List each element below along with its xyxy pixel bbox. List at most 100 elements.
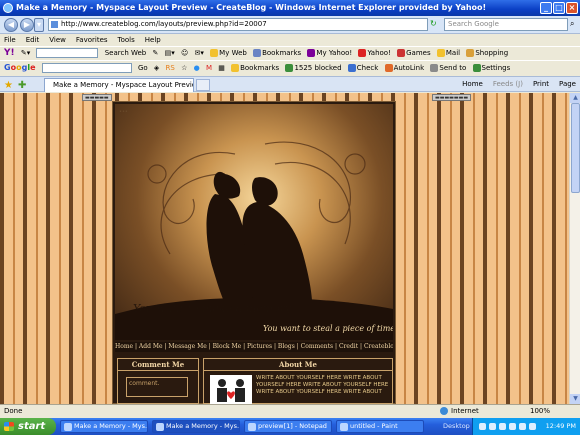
minimize-button[interactable]: _: [540, 2, 552, 14]
google-logo[interactable]: Google: [4, 61, 36, 74]
notepad-icon: [248, 423, 256, 431]
scrollbar-thumb[interactable]: [571, 103, 580, 193]
forward-button[interactable]: ▶: [20, 18, 34, 32]
home-button[interactable]: Home: [462, 77, 483, 92]
tab-title: Make a Memory - Myspace Layout Preview -…: [53, 81, 193, 89]
news-icon[interactable]: ◈: [154, 62, 159, 74]
games-button[interactable]: Games: [397, 47, 431, 60]
popup-blocker-button[interactable]: 1525 blocked: [285, 62, 342, 74]
history-dropdown-icon[interactable]: ▾: [34, 18, 44, 32]
autolink-button[interactable]: AutoLink: [384, 62, 424, 74]
print-button[interactable]: Print: [533, 77, 549, 92]
yahoo-search-input[interactable]: [36, 48, 99, 58]
globe-icon[interactable]: ●: [194, 62, 200, 74]
ie-task-icon: [156, 423, 164, 431]
favorites-star-icon[interactable]: ★: [4, 78, 13, 93]
bookmarks-icon: [253, 49, 262, 57]
comment-input[interactable]: comment.: [126, 377, 188, 397]
page-button[interactable]: Page: [559, 77, 576, 92]
tray-icon[interactable]: [529, 423, 536, 430]
taskbar-item[interactable]: preview[1] - Notepad: [244, 420, 332, 433]
taskbar-item[interactable]: untitled - Paint: [336, 420, 424, 433]
gmail-icon[interactable]: M: [206, 62, 212, 74]
tab-row: ★ ✚ Make a Memory - Myspace Layout Previ…: [0, 76, 580, 92]
about-me-text: WRITE ABOUT YOURSELF HERE WRITE ABOUT YO…: [256, 375, 389, 395]
vertical-scrollbar[interactable]: ▲ ▼: [569, 93, 580, 404]
smiley-icon[interactable]: ☺: [181, 47, 188, 60]
spellcheck-button[interactable]: Check: [347, 62, 378, 74]
windows-taskbar: start Make a Memory - Mys... Make a Memo…: [0, 418, 580, 435]
taskbar-item[interactable]: Make a Memory - Mys...: [152, 420, 240, 433]
send-to-button[interactable]: Send to: [430, 62, 466, 74]
google-toolbar: Google Go ◈ RS ☆ ● M ▦ Bookmarks 1525 bl…: [0, 60, 580, 74]
menu-help[interactable]: Help: [145, 34, 161, 46]
zoom-level[interactable]: 100%: [530, 405, 550, 418]
address-input[interactable]: http://www.createblog.com/layouts/previe…: [48, 18, 428, 31]
tab-make-a-memory[interactable]: Make a Memory - Myspace Layout Preview -…: [44, 78, 194, 92]
refresh-icon[interactable]: ↻: [430, 19, 442, 30]
yahoo-search-button[interactable]: Search Web: [105, 47, 147, 60]
yahoo-bookmarks-button[interactable]: Bookmarks: [253, 47, 301, 60]
back-button[interactable]: ◀: [4, 18, 18, 32]
mail-button[interactable]: Mail: [436, 47, 460, 60]
close-button[interactable]: ×: [566, 2, 578, 14]
about-header: About Me: [204, 359, 392, 371]
tray-icon[interactable]: [519, 423, 526, 430]
security-zone[interactable]: Internet: [440, 405, 479, 418]
search-input[interactable]: Search Google: [444, 18, 568, 31]
games-icon: [397, 49, 406, 57]
google-bookmarks-button[interactable]: Bookmarks: [231, 62, 279, 74]
tray-icon[interactable]: [489, 423, 496, 430]
my-web-button[interactable]: My Web: [210, 47, 247, 60]
menu-file[interactable]: File: [4, 34, 16, 46]
yahoo-button[interactable]: Yahoo!: [358, 47, 391, 60]
shopping-button[interactable]: Shopping: [466, 47, 508, 60]
start-button[interactable]: start: [0, 418, 56, 435]
settings-button[interactable]: Settings: [472, 62, 510, 74]
chat-icon[interactable]: ✉▾: [195, 47, 204, 60]
system-tray: Desktop 12:49 PM: [443, 418, 580, 435]
yahoo-logo-icon[interactable]: Y!: [4, 47, 15, 60]
layout-nav-links[interactable]: Home | Add Me | Message Me | Block Me | …: [115, 342, 393, 352]
menu-tools[interactable]: Tools: [118, 34, 135, 46]
feeds-button[interactable]: Feeds (J): [493, 77, 523, 92]
new-tab-button[interactable]: [196, 79, 210, 91]
google-search-input[interactable]: [41, 63, 132, 73]
my-web-icon: [210, 49, 219, 57]
menu-favorites[interactable]: Favorites: [76, 34, 108, 46]
internet-globe-icon: [440, 407, 448, 415]
tray-icon[interactable]: [479, 423, 486, 430]
star-icon[interactable]: ☆: [181, 62, 187, 74]
comment-header: Comment Me: [118, 359, 198, 371]
paint-icon: [340, 423, 348, 431]
menu-edit[interactable]: Edit: [26, 34, 40, 46]
my-yahoo-icon: [307, 49, 316, 57]
search-icon[interactable]: ⌕: [570, 19, 574, 29]
banner-corner-mark: •••: [119, 109, 128, 115]
scroll-down-icon[interactable]: ▼: [570, 394, 580, 404]
window-controls: _ □ ×: [540, 2, 578, 14]
pencil-icon[interactable]: ✎▾: [21, 47, 30, 60]
my-yahoo-button[interactable]: My Yahoo!: [307, 47, 352, 60]
comment-box-panel: Comment Me comment.: [117, 358, 199, 404]
taskbar-item[interactable]: Make a Memory - Mys...: [60, 420, 148, 433]
top-right-link[interactable]: ▬▬▬▬▬▬▬: [432, 94, 472, 101]
top-left-link[interactable]: ▬▬▬▬▬: [82, 94, 112, 101]
command-bar: Home Feeds (J) Print Page: [462, 77, 576, 92]
ie-task-icon: [64, 423, 72, 431]
google-go-button[interactable]: Go: [138, 62, 148, 74]
desktop-toolbar[interactable]: Desktop: [443, 418, 470, 435]
status-text: Done: [4, 407, 23, 415]
rss-icon[interactable]: RS: [166, 62, 175, 74]
calendar-icon[interactable]: ▦: [218, 62, 225, 74]
menu-view[interactable]: View: [49, 34, 66, 46]
highlight-icon[interactable]: ✎: [153, 47, 159, 60]
maximize-button[interactable]: □: [553, 2, 565, 14]
autolink-icon: [384, 64, 393, 72]
scroll-up-icon[interactable]: ▲: [570, 93, 580, 103]
add-favorites-icon[interactable]: ✚: [18, 78, 26, 93]
window-title-bar[interactable]: Make a Memory - Myspace Layout Preview -…: [0, 0, 580, 16]
page-options-icon[interactable]: ▤▾: [165, 47, 175, 60]
tray-icon[interactable]: [499, 423, 506, 430]
tray-icon[interactable]: [509, 423, 516, 430]
